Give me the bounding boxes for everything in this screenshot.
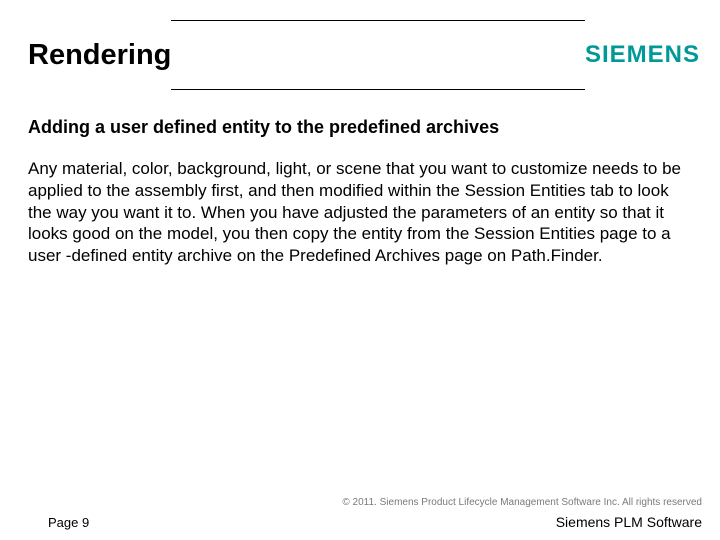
slide: Rendering SIEMENS Adding a user defined … [0,0,720,540]
footer-copyright: © 2011. Siemens Product Lifecycle Manage… [48,497,702,508]
footer: © 2011. Siemens Product Lifecycle Manage… [0,497,720,530]
footer-row: Page 9 Siemens PLM Software [48,514,702,530]
brand-block: SIEMENS [585,20,720,90]
title-block: Rendering [0,20,171,90]
header-bar: Rendering SIEMENS [0,20,720,90]
footer-page-number: Page 9 [48,515,89,530]
slide-title: Rendering [28,39,171,72]
footer-brand: Siemens PLM Software [556,514,702,530]
body-paragraph: Any material, color, background, light, … [28,158,690,267]
subheading: Adding a user defined entity to the pred… [28,117,690,138]
brand-logo-text: SIEMENS [585,41,700,69]
